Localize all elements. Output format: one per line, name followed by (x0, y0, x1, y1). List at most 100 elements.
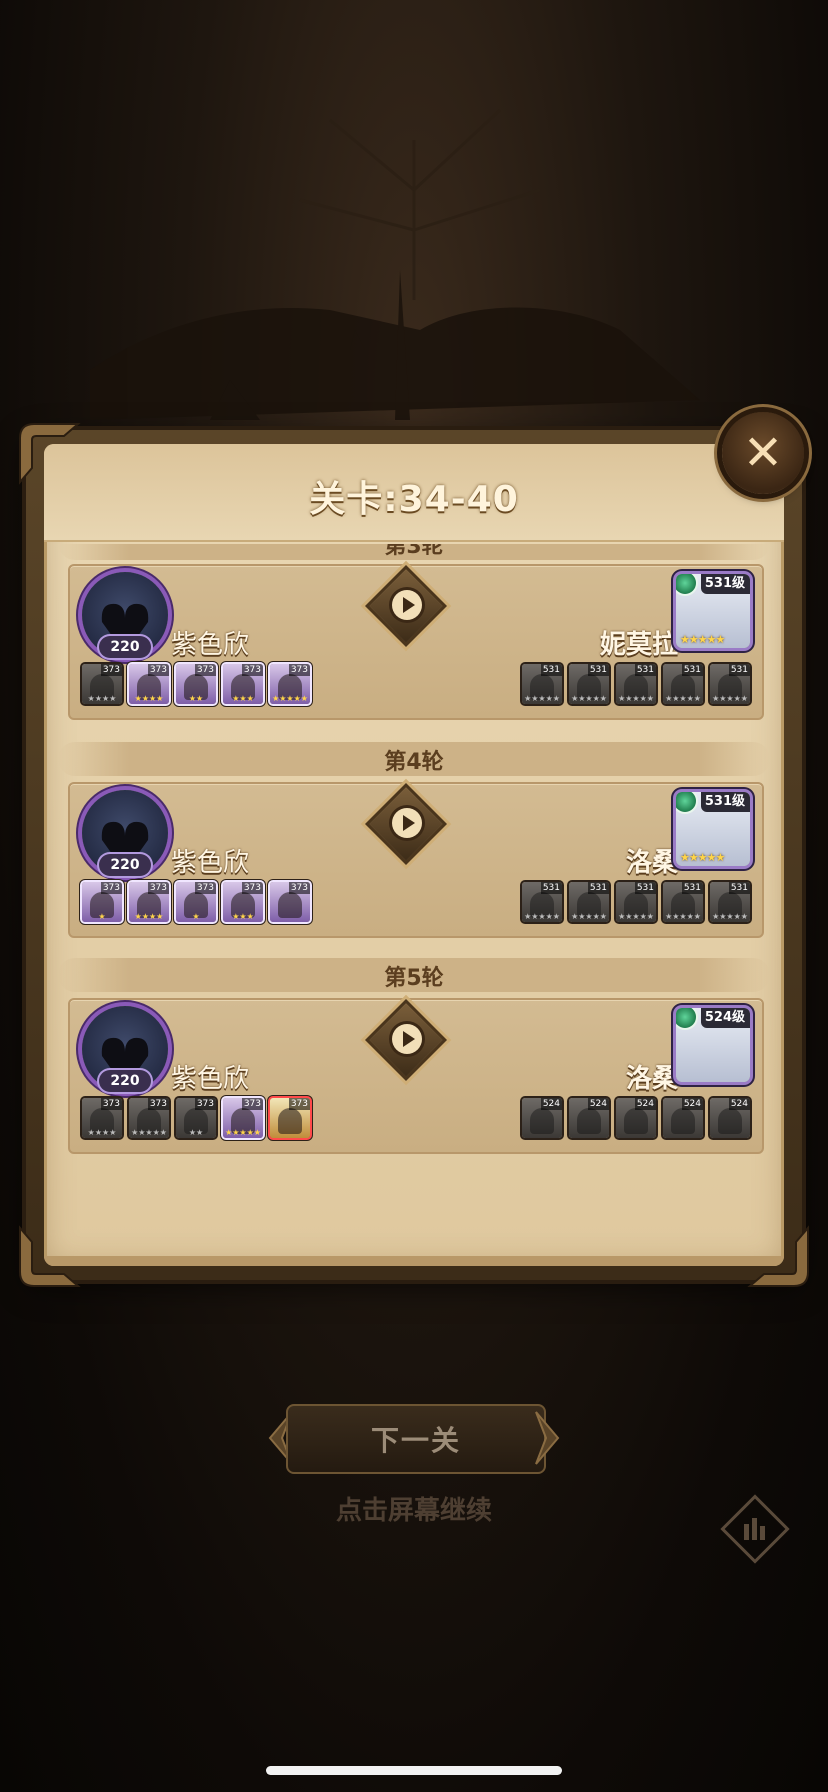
hero-slot[interactable]: 373 ★★ (176, 664, 216, 704)
unit-stars: ★★★★★ (712, 912, 748, 921)
unit-stars: ★★★★★ (665, 912, 701, 921)
enemy-slot[interactable]: 524 (569, 1098, 609, 1138)
enemy-slot[interactable]: 531 ★★★★★ (663, 882, 703, 922)
unit-level: 524 (728, 1098, 750, 1110)
hero-slot[interactable]: 373 ★★★★★ (270, 664, 310, 704)
unit-level: 524 (634, 1098, 656, 1110)
hero-figure-icon (278, 892, 302, 918)
round-label: 第3轮 (384, 544, 444, 559)
bar-chart-icon[interactable] (720, 1494, 790, 1564)
unit-level: 524 (587, 1098, 609, 1110)
hero-figure-icon (718, 1108, 742, 1134)
unit-level: 531 (540, 882, 562, 894)
unit-level: 373 (194, 882, 216, 894)
unit-stars: ★★★ (232, 694, 254, 703)
unit-stars: ★ (98, 912, 106, 921)
round-card: 220 紫色欣 妮莫拉 531级 ★★★★★ 373 ★★★★ 373 ★★★★ 3… (68, 564, 764, 720)
unit-level: 524 (681, 1098, 703, 1110)
enemy-portrait[interactable]: 531级 ★★★★★ (676, 792, 750, 866)
unit-level: 531 (587, 882, 609, 894)
unit-level: 373 (288, 664, 310, 676)
enemy-units: 524 524 524 524 524 (522, 1098, 750, 1138)
unit-level: 373 (241, 882, 263, 894)
unit-stars: ★★★★★ (618, 694, 654, 703)
enemy-portrait[interactable]: 531级 ★★★★★ (676, 574, 750, 648)
hero-slot[interactable]: 373 ★ (176, 882, 216, 922)
hero-slot[interactable]: 373 ★★ (176, 1098, 216, 1138)
close-icon: ✕ (742, 425, 784, 481)
unit-level: 531 (634, 664, 656, 676)
hero-figure-icon (671, 1108, 695, 1134)
enemy-slot[interactable]: 531 ★★★★★ (522, 882, 562, 922)
unit-level: 531 (540, 664, 562, 676)
hero-slot[interactable]: 373 ★★★★ (129, 664, 169, 704)
title-bar: 关卡:34-40 (44, 444, 784, 542)
replay-button[interactable] (392, 808, 422, 838)
unit-stars: ★★★★★ (524, 912, 560, 921)
hero-slot[interactable]: 373 (270, 882, 310, 922)
hero-figure-icon (577, 1108, 601, 1134)
enemy-slot[interactable]: 531 ★★★★★ (663, 664, 703, 704)
hero-slot[interactable]: 373 ★★★★★ (129, 1098, 169, 1138)
unit-level: 531 (634, 882, 656, 894)
enemy-slot[interactable]: 524 (710, 1098, 750, 1138)
unit-stars: ★ (192, 912, 200, 921)
enemy-slot[interactable]: 531 ★★★★★ (616, 882, 656, 922)
enemy-slot[interactable]: 531 ★★★★★ (569, 882, 609, 922)
enemy-name: 洛桑 (625, 848, 678, 878)
hero-slot[interactable]: 373 ★★★★ (82, 664, 122, 704)
enemy-slot[interactable]: 531 ★★★★★ (710, 664, 750, 704)
enemy-units: 531 ★★★★★ 531 ★★★★★ 531 ★★★★★ 531 ★★★★★ 531 ★… (522, 882, 750, 922)
enemy-level: 531级 (700, 574, 750, 594)
button-ornament-right (535, 1411, 560, 1465)
faction-gem-icon (676, 574, 696, 594)
unit-level: 373 (100, 664, 122, 676)
unit-level: 531 (681, 882, 703, 894)
player-name: 紫色欣 (171, 1064, 250, 1094)
enemy-slot[interactable]: 531 ★★★★★ (710, 882, 750, 922)
hero-slot[interactable]: 373 ★★★ (223, 882, 263, 922)
home-indicator[interactable] (266, 1766, 562, 1775)
hero-slot[interactable]: 373 ★★★★★ (223, 1098, 263, 1138)
hero-slot[interactable]: 373 ★ (82, 882, 122, 922)
unit-level: 373 (194, 664, 216, 676)
enemy-slot[interactable]: 524 (663, 1098, 703, 1138)
replay-button[interactable] (392, 1024, 422, 1054)
enemy-slot[interactable]: 524 (522, 1098, 562, 1138)
play-icon (403, 597, 415, 613)
tap-to-continue-hint[interactable]: 点击屏幕继续 (0, 1490, 828, 1527)
enemy-slot[interactable]: 531 ★★★★★ (616, 664, 656, 704)
enemy-stars: ★★★★★ (680, 633, 725, 646)
hero-slot[interactable]: 373 (270, 1098, 310, 1138)
unit-level: 531 (587, 664, 609, 676)
player-units: 373 ★ 373 ★★★★ 373 ★ 373 ★★★ 373 (82, 882, 310, 922)
unit-level: 373 (241, 1098, 263, 1110)
enemy-slot[interactable]: 531 ★★★★★ (522, 664, 562, 704)
player-name: 紫色欣 (171, 848, 250, 878)
enemy-slot[interactable]: 524 (616, 1098, 656, 1138)
hero-slot[interactable]: 373 ★★★ (223, 664, 263, 704)
unit-level: 531 (681, 664, 703, 676)
enemy-slot[interactable]: 531 ★★★★★ (569, 664, 609, 704)
rounds-list[interactable]: 第3轮 220 紫色欣 妮莫拉 531级 ★★★★★ 373 ★★★★ 373 ★★… (58, 544, 770, 1260)
unit-stars: ★★★★★ (272, 694, 308, 703)
unit-stars: ★★★★ (134, 912, 164, 921)
player-name: 紫色欣 (171, 630, 250, 660)
hero-slot[interactable]: 373 ★★★★ (82, 1098, 122, 1138)
unit-level: 531 (728, 882, 750, 894)
unit-level: 373 (288, 1098, 310, 1110)
unit-stars: ★★★★★ (131, 1128, 167, 1137)
replay-button[interactable] (392, 590, 422, 620)
faction-gem-icon (676, 1008, 696, 1028)
hero-slot[interactable]: 373 ★★★★ (129, 882, 169, 922)
hero-figure-icon (530, 1108, 554, 1134)
next-stage-button[interactable]: 下一关 (286, 1404, 546, 1474)
close-button[interactable]: ✕ (722, 412, 804, 494)
unit-stars: ★★★★ (87, 694, 117, 703)
unit-stars: ★★★★★ (618, 912, 654, 921)
round-label: 第4轮 (384, 750, 444, 775)
unit-level: 373 (241, 664, 263, 676)
enemy-portrait[interactable]: 524级 (676, 1008, 750, 1082)
unit-level: 373 (147, 1098, 169, 1110)
play-icon (403, 1031, 415, 1047)
